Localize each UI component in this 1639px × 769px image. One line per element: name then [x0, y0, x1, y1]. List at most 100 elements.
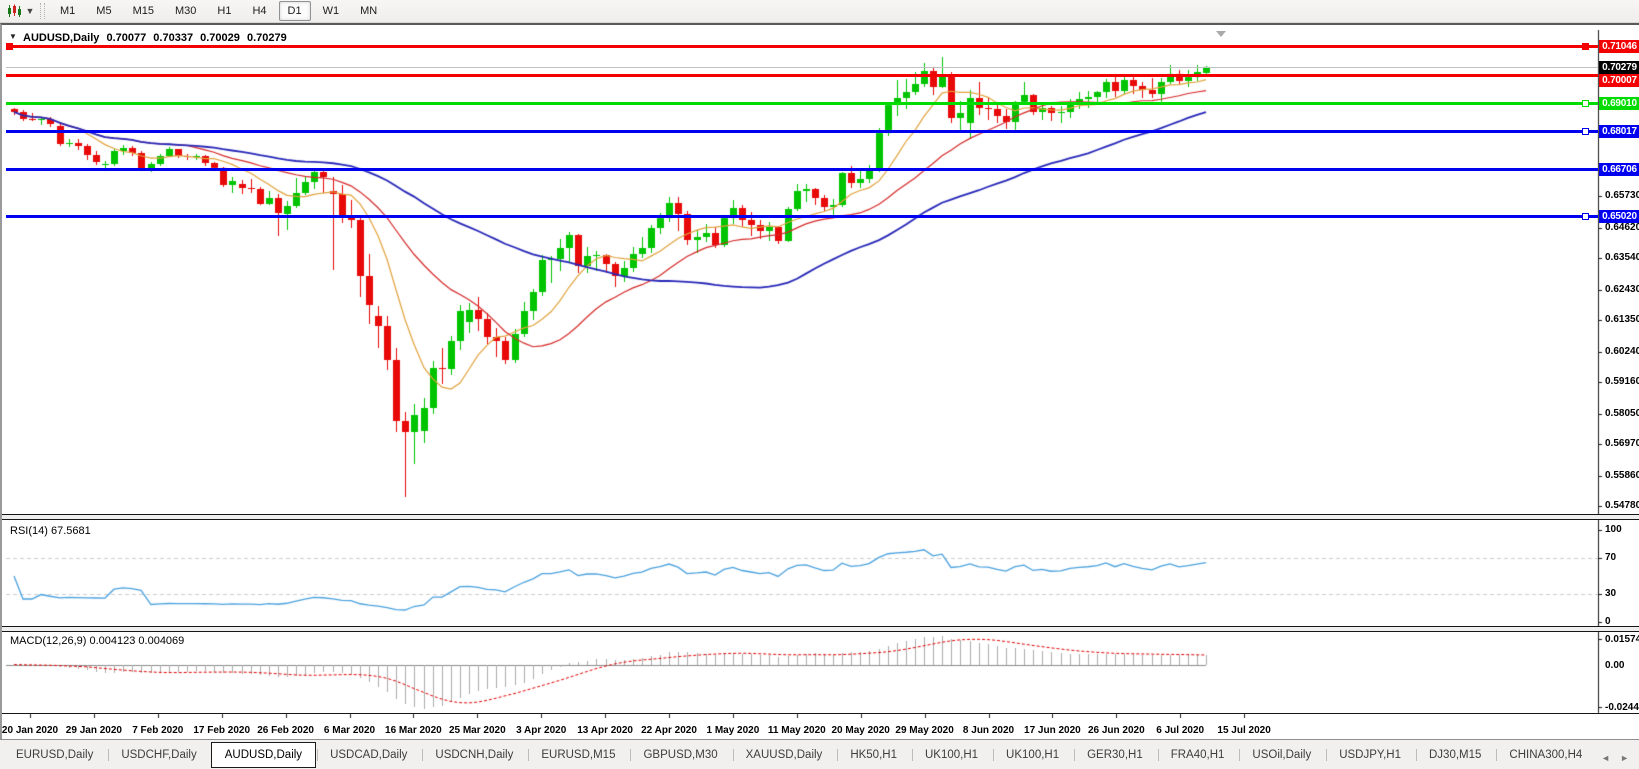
y-axis-tick-label: 0.58050 [1605, 409, 1639, 419]
chart-symbol-label: AUDUSD,Daily [23, 32, 99, 44]
horizontal-level-line[interactable] [6, 215, 1598, 218]
horizontal-level-line[interactable] [6, 74, 1598, 77]
timeframe-toolbar: ▼ M1M5M15M30H1H4D1W1MN [0, 0, 1639, 23]
chart-tab-china300-h4[interactable]: CHINA300,H4 [1495, 743, 1596, 767]
chart-tab-usdjpy-h1[interactable]: USDJPY,H1 [1325, 743, 1415, 767]
panel-border [2, 713, 1639, 714]
x-axis-date-label: 20 May 2020 [831, 725, 889, 736]
chart-tab-hk50-h1[interactable]: HK50,H1 [836, 743, 911, 767]
x-axis-date-label: 15 Jul 2020 [1217, 725, 1270, 736]
x-axis-date-label: 13 Apr 2020 [577, 725, 633, 736]
chart-tab-gbpusd-m30[interactable]: GBPUSD,M30 [629, 743, 731, 767]
x-axis-date-label: 17 Feb 2020 [193, 725, 250, 736]
x-axis-date-strip: 20 Jan 2020 29 Jan 2020 7 Feb 2020 17 Feb 2… [2, 719, 1639, 741]
x-axis-date-label: 3 Apr 2020 [516, 725, 566, 736]
level-price-badge: 0.69010 [1599, 97, 1639, 110]
horizontal-level-line[interactable] [6, 130, 1598, 133]
rsi-axis-label: 30 [1605, 589, 1616, 599]
y-axis-tick-label: 0.64620 [1605, 223, 1639, 233]
timeframe-button-m30[interactable]: M30 [166, 1, 205, 21]
level-price-badge: 0.70007 [1599, 74, 1639, 87]
timeframe-button-m1[interactable]: M1 [51, 1, 84, 21]
x-axis-date-label: 22 Apr 2020 [641, 725, 697, 736]
panel-separator[interactable] [2, 626, 1639, 632]
chart-tab-uk100-h1[interactable]: UK100,H1 [911, 743, 992, 767]
y-axis-tick-label: 0.61350 [1605, 315, 1639, 325]
macd-indicator-label: MACD(12,26,9) 0.004123 0.004069 [10, 635, 184, 647]
timeframe-button-h1[interactable]: H1 [208, 1, 240, 21]
level-line-handle[interactable] [1582, 43, 1589, 50]
level-line-handle[interactable] [6, 43, 13, 50]
chart-tab-usdchf-daily[interactable]: USDCHF,Daily [107, 743, 210, 767]
chart-tab-uk100-h1[interactable]: UK100,H1 [992, 743, 1073, 767]
ohlc-low: 0.70029 [200, 32, 240, 44]
macd-axis-top: 0.015741 [1605, 635, 1639, 645]
macd-axis-zero: 0.00 [1605, 661, 1624, 671]
chart-tab-usdcnh-daily[interactable]: USDCNH,Daily [421, 743, 527, 767]
tab-scroll-left-icon[interactable]: ◄ [1601, 753, 1610, 763]
chart-tab-usdcad-daily[interactable]: USDCAD,Daily [316, 743, 421, 767]
timeframe-button-h4[interactable]: H4 [243, 1, 275, 21]
timeframe-button-w1[interactable]: W1 [314, 1, 349, 21]
horizontal-level-line[interactable] [6, 168, 1598, 171]
ohlc-open: 0.70077 [106, 32, 146, 44]
y-axis-tick-label: 0.54780 [1605, 501, 1639, 511]
chart-tab-usoil-daily[interactable]: USOil,Daily [1238, 743, 1325, 767]
chart-menu-arrow-icon[interactable]: ▼ [9, 32, 17, 41]
chart-tab-bar: EURUSD,DailyUSDCHF,DailyAUDUSD,DailyUSDC… [0, 739, 1639, 769]
timeframe-button-m15[interactable]: M15 [124, 1, 163, 21]
x-axis-date-label: 7 Feb 2020 [132, 725, 183, 736]
y-axis-tick-label: 0.56970 [1605, 439, 1639, 449]
level-line-handle[interactable] [1582, 128, 1589, 135]
chart-tab-eurusd-m15[interactable]: EURUSD,M15 [527, 743, 629, 767]
timeframe-button-d1[interactable]: D1 [279, 1, 311, 21]
horizontal-level-line[interactable] [6, 102, 1598, 105]
chart-tab-ger30-h1[interactable]: GER30,H1 [1073, 743, 1157, 767]
rsi-axis-label: 70 [1605, 553, 1616, 563]
x-axis-date-label: 29 Jan 2020 [66, 725, 122, 736]
y-axis-tick-label: 0.55860 [1605, 471, 1639, 481]
chart-title: AUDUSD,Daily 0.70077 0.70337 0.70029 0.7… [23, 32, 291, 44]
timeframe-button-mn[interactable]: MN [351, 1, 386, 21]
y-axis-tick-label: 0.59160 [1605, 377, 1639, 387]
macd-axis-bottom: -0.024412 [1605, 703, 1639, 713]
chart-type-icon[interactable] [4, 2, 24, 20]
chart-window: 0.000.710460.702790.700070.690100.680170… [0, 23, 1639, 739]
chart-tab-fra40-h1[interactable]: FRA40,H1 [1157, 743, 1239, 767]
chart-tab-dj30-m15[interactable]: DJ30,M15 [1415, 743, 1495, 767]
chart-type-dropdown-caret-icon[interactable]: ▼ [24, 6, 36, 16]
timeframe-button-m5[interactable]: M5 [87, 1, 120, 21]
horizontal-level-line[interactable] [6, 45, 1598, 48]
x-axis-date-label: 26 Feb 2020 [257, 725, 314, 736]
panel-separator[interactable] [2, 514, 1639, 520]
level-line-handle[interactable] [1582, 213, 1589, 220]
timeframe-buttons: M1M5M15M30H1H4D1W1MN [51, 1, 389, 21]
level-line-handle[interactable] [1582, 100, 1589, 107]
y-axis-tick-label: 0.62430 [1605, 285, 1639, 295]
x-axis-date-label: 16 Mar 2020 [385, 725, 442, 736]
current-price-line [6, 67, 1598, 68]
level-price-badge: 0.71046 [1599, 40, 1639, 53]
x-axis-date-label: 29 May 2020 [895, 725, 953, 736]
tab-scroll-right-icon[interactable]: ► [1620, 753, 1629, 763]
chart-tab-audusd-daily[interactable]: AUDUSD,Daily [211, 742, 316, 768]
chart-shift-marker[interactable] [1216, 31, 1226, 37]
x-axis-date-label: 8 Jun 2020 [963, 725, 1014, 736]
level-price-badge: 0.66706 [1599, 163, 1639, 176]
x-axis-date-label: 20 Jan 2020 [2, 725, 58, 736]
chart-tab-eurusd-daily[interactable]: EURUSD,Daily [2, 743, 107, 767]
ohlc-close: 0.70279 [247, 32, 287, 44]
rsi-axis-label: 100 [1605, 525, 1622, 535]
level-price-badge: 0.68017 [1599, 125, 1639, 138]
x-axis-date-label: 25 Mar 2020 [449, 725, 506, 736]
mt4-window: ▼ M1M5M15M30H1H4D1W1MN 0.00 0.71046 0.7027… [0, 0, 1639, 769]
x-axis-date-label: 6 Mar 2020 [324, 725, 375, 736]
toolbar-grip [40, 3, 45, 19]
x-axis-date-label: 1 May 2020 [706, 725, 759, 736]
x-axis-date-label: 6 Jul 2020 [1156, 725, 1204, 736]
y-axis-tick-label: 0.65730 [1605, 191, 1639, 201]
x-axis-date-label: 26 Jun 2020 [1088, 725, 1145, 736]
chart-tab-xauusd-daily[interactable]: XAUUSD,Daily [732, 743, 837, 767]
current-price-badge: 0.70279 [1599, 61, 1639, 74]
rsi-indicator-label: RSI(14) 67.5681 [10, 525, 91, 537]
